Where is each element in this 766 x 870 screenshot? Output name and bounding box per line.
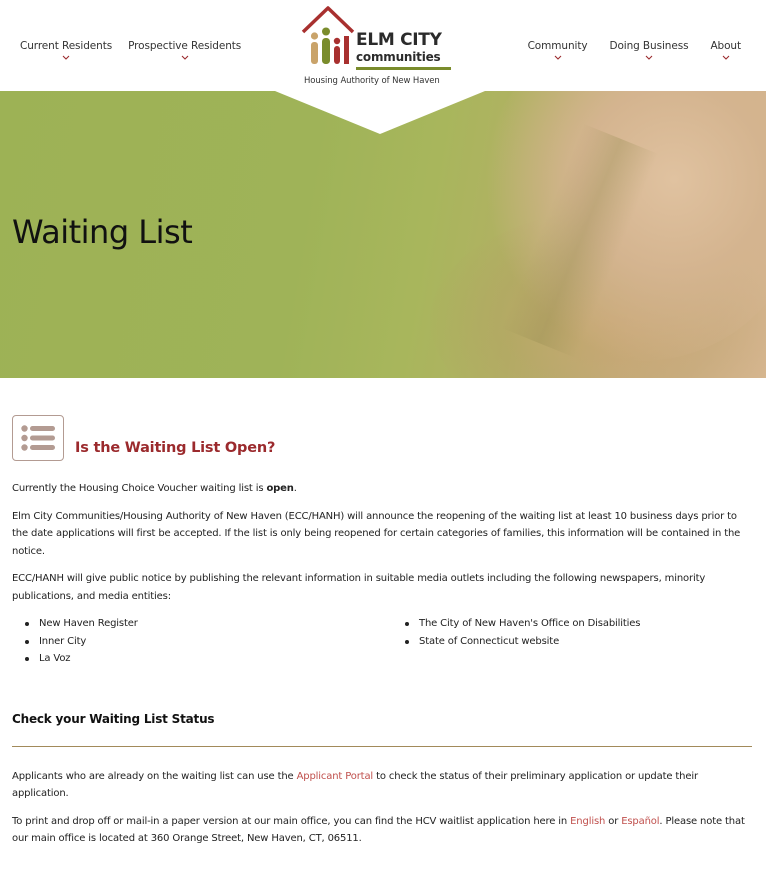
- nav-label: About: [710, 40, 741, 52]
- nav-label: Doing Business: [609, 40, 689, 52]
- english-application-link[interactable]: English: [570, 816, 605, 827]
- site-logo[interactable]: ELM CITY communities Housing Authority o…: [300, 6, 460, 90]
- header-notch: [275, 91, 485, 134]
- text: To print and drop off or mail-in a paper…: [12, 815, 571, 827]
- media-list-left: New Haven Register Inner City La Voz: [12, 615, 392, 668]
- logo-line1: ELM CITY: [356, 30, 442, 50]
- status-section-title: Check your Waiting List Status: [12, 711, 215, 726]
- list-item: La Voz: [12, 650, 392, 668]
- nav-right: Community Doing Business About: [528, 40, 741, 62]
- public-notice-paragraph: ECC/HANH will give public notice by publ…: [12, 573, 706, 602]
- list-item: Inner City: [12, 633, 392, 651]
- logo-rule: [356, 67, 451, 70]
- chevron-down-icon: [722, 55, 730, 60]
- applicant-portal-link[interactable]: Applicant Portal: [297, 771, 374, 782]
- nav-label: Prospective Residents: [128, 40, 242, 52]
- nav-current-residents[interactable]: Current Residents: [20, 40, 112, 62]
- section-title: Is the Waiting List Open?: [75, 440, 276, 456]
- site-header: Current Residents Prospective Residents …: [0, 0, 766, 91]
- chevron-down-icon: [645, 55, 653, 60]
- paper-application-paragraph: To print and drop off or mail-in a paper…: [12, 813, 752, 848]
- house-logo-icon: [301, 6, 355, 64]
- divider: [12, 745, 752, 747]
- nav-community[interactable]: Community: [528, 40, 588, 62]
- nav-left: Current Residents Prospective Residents: [20, 40, 241, 62]
- reopening-paragraph: Elm City Communities/Housing Authority o…: [12, 510, 741, 557]
- chevron-down-icon: [181, 55, 189, 60]
- status-text: Currently the Housing Choice Voucher wai…: [12, 483, 267, 494]
- logo-tagline: Housing Authority of New Haven: [304, 76, 440, 86]
- media-list-right: The City of New Haven's Office on Disabi…: [392, 615, 752, 668]
- waitlist-status-text: Currently the Housing Choice Voucher wai…: [12, 480, 752, 498]
- list-item: New Haven Register: [12, 615, 392, 633]
- nav-prospective-residents[interactable]: Prospective Residents: [128, 40, 241, 62]
- status-value: open: [266, 483, 294, 494]
- media-outlets-lists: New Haven Register Inner City La Voz The…: [12, 615, 752, 668]
- main-content: Is the Waiting List Open? Currently the …: [12, 378, 752, 848]
- list-icon: [21, 425, 55, 451]
- logo-line2: communities: [356, 50, 441, 64]
- portal-paragraph: Applicants who are already on the waitin…: [12, 768, 752, 803]
- page-title: Waiting List: [12, 213, 193, 251]
- list-icon-box: [12, 415, 64, 461]
- list-item: The City of New Haven's Office on Disabi…: [392, 615, 752, 633]
- nav-label: Current Residents: [20, 40, 113, 52]
- nav-label: Community: [527, 40, 588, 52]
- nav-about[interactable]: About: [710, 40, 741, 62]
- nav-doing-business[interactable]: Doing Business: [609, 40, 689, 62]
- list-item: State of Connecticut website: [392, 633, 752, 651]
- section-header: Is the Waiting List Open?: [12, 415, 752, 461]
- text: or: [605, 815, 622, 827]
- text: Applicants who are already on the waitin…: [12, 770, 297, 782]
- chevron-down-icon: [62, 55, 70, 60]
- status-end: .: [293, 483, 297, 494]
- spanish-application-link[interactable]: Español: [621, 816, 659, 827]
- chevron-down-icon: [554, 55, 561, 60]
